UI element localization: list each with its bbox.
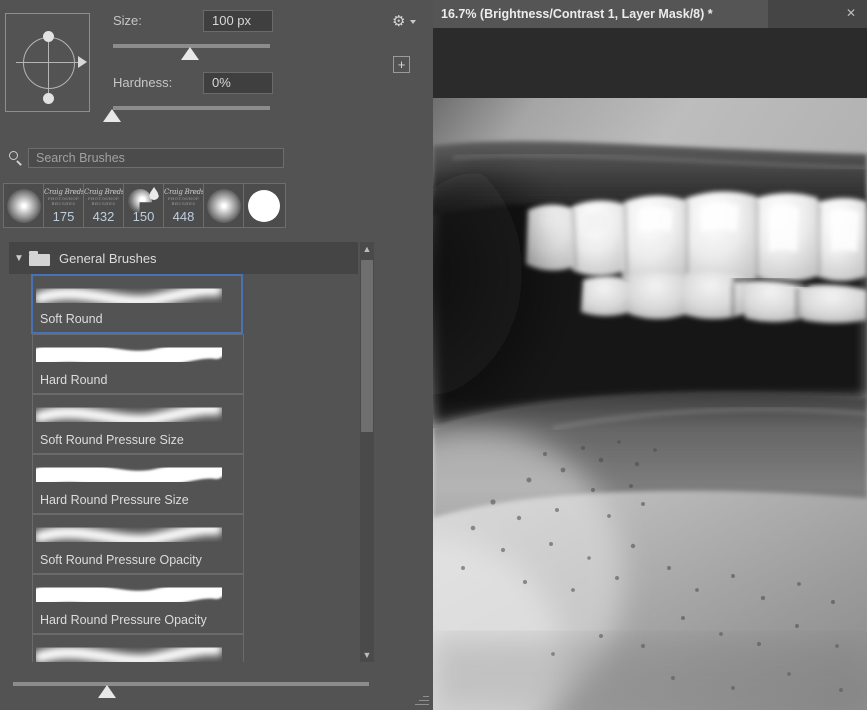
brush-stroke-preview [36, 282, 222, 308]
folder-icon [29, 250, 51, 266]
gear-icon[interactable]: ⚙ [392, 13, 416, 31]
new-brush-button[interactable]: + [393, 56, 410, 73]
brush-item-label: Hard Round Pressure Opacity [40, 613, 207, 627]
recent-brush-script-sublabel: PHOTOSHOP BRUSHES [87, 196, 120, 206]
soft-round-brush-icon [206, 188, 241, 223]
search-handle [16, 160, 22, 166]
recent-brush-thumbnail[interactable]: 150 [124, 184, 164, 227]
brush-tip-shape-preview[interactable] [5, 13, 90, 112]
document-tab-bar: 16.7% (Brightness/Contrast 1, Layer Mask… [433, 0, 867, 28]
brush-list-item[interactable]: Soft Round Pressure Size [32, 394, 244, 454]
recent-brush-number: 175 [52, 209, 75, 224]
brush-list-item[interactable] [32, 634, 244, 662]
chevron-down-icon[interactable]: ▼ [360, 648, 374, 662]
brush-axis-horizontal [16, 62, 82, 63]
brush-list-item[interactable]: Hard Round Pressure Size [32, 454, 244, 514]
scrollbar-thumb[interactable] [361, 260, 373, 432]
brush-group-header-general-brushes[interactable]: ▼ General Brushes [9, 242, 358, 274]
recent-brush-thumbnail[interactable] [4, 184, 44, 227]
brush-list-item[interactable]: Hard Round [32, 334, 244, 394]
search-icon [8, 150, 24, 166]
brush-roundness-handle-bottom[interactable] [43, 93, 54, 104]
brush-stroke-preview [36, 521, 222, 547]
search-lens [9, 151, 18, 160]
brush-item-label: Hard Round [40, 373, 108, 387]
drip-brush-icon [149, 187, 159, 200]
brush-size-preview-slider-track[interactable] [13, 682, 369, 686]
brush-angle-arrow-icon[interactable] [78, 56, 87, 68]
brush-stroke-preview [36, 401, 222, 427]
hardness-slider-track[interactable] [113, 106, 270, 110]
brush-stroke-preview [36, 341, 222, 371]
brush-item-label: Soft Round [40, 312, 103, 326]
brush-list-scrollbar[interactable]: ▲ ▼ [360, 242, 374, 662]
brush-settings-panel: Size: 100 px Hardness: 0% ⚙ + Craig Bred… [0, 0, 433, 710]
soft-round-brush-icon [6, 188, 41, 223]
chevron-up-icon[interactable]: ▲ [360, 242, 374, 256]
chevron-down-icon [410, 20, 416, 24]
hard-round-brush-icon [248, 189, 280, 222]
canvas-background-strip [433, 28, 867, 98]
brush-stroke-preview [36, 581, 222, 611]
search-input[interactable] [28, 148, 284, 168]
brush-list-item[interactable]: Soft Round [31, 274, 243, 334]
recent-brush-script-label: Craig Bredson [44, 188, 84, 196]
brush-list-item[interactable]: Hard Round Pressure Opacity [32, 574, 244, 634]
gear-glyph: ⚙ [392, 13, 406, 30]
recent-brush-script-sublabel: PHOTOSHOP BRUSHES [167, 196, 200, 206]
recent-brush-number: 150 [132, 209, 155, 224]
recent-brush-thumbnail[interactable] [244, 184, 284, 227]
brush-list-item[interactable]: Soft Round Pressure Opacity [32, 514, 244, 574]
photoshop-brush-panel-screen: Size: 100 px Hardness: 0% ⚙ + Craig Bred… [0, 0, 867, 710]
brush-list[interactable]: Soft Round Hard Round Soft Round Pressure … [9, 274, 358, 662]
brush-stroke-preview [36, 461, 222, 491]
brush-group-label: General Brushes [59, 250, 157, 266]
size-slider-thumb[interactable] [181, 47, 199, 60]
recent-brush-script-label: Craig Bredson [84, 188, 124, 196]
hardness-input[interactable]: 0% [203, 72, 273, 94]
brush-size-preview-slider-thumb[interactable] [98, 685, 116, 698]
recent-brush-number: 448 [172, 209, 195, 224]
recent-brush-number: 432 [92, 209, 115, 224]
brush-roundness-ring [23, 37, 75, 89]
recent-brush-script-label: Craig Bredson [164, 188, 204, 196]
recent-brush-thumbnail[interactable] [204, 184, 244, 227]
recent-brush-thumbnail[interactable]: Craig BredsonPHOTOSHOP BRUSHES 175 [44, 184, 84, 227]
chevron-down-icon[interactable]: ▼ [9, 253, 29, 264]
hardness-label: Hardness: [113, 75, 173, 90]
document-area: 16.7% (Brightness/Contrast 1, Layer Mask… [433, 0, 867, 710]
document-image[interactable] [433, 98, 867, 710]
brush-item-label: Hard Round Pressure Size [40, 493, 189, 507]
brush-stroke-preview [36, 641, 222, 662]
brush-item-label: Soft Round Pressure Size [40, 433, 184, 447]
recent-brush-thumbnail[interactable]: Craig BredsonPHOTOSHOP BRUSHES 448 [164, 184, 204, 227]
mouth-photo-illustration [433, 98, 867, 710]
document-tab[interactable]: 16.7% (Brightness/Contrast 1, Layer Mask… [433, 0, 768, 28]
size-input[interactable]: 100 px [203, 10, 273, 32]
brush-item-label: Soft Round Pressure Opacity [40, 553, 202, 567]
resize-grip-icon[interactable] [413, 691, 429, 707]
hardness-slider-thumb[interactable] [103, 109, 121, 122]
recent-brushes-strip: Craig BredsonPHOTOSHOP BRUSHES175Craig B… [3, 183, 286, 228]
brush-roundness-handle-top[interactable] [43, 31, 54, 42]
recent-brush-thumbnail[interactable]: Craig BredsonPHOTOSHOP BRUSHES 432 [84, 184, 124, 227]
recent-brush-script-sublabel: PHOTOSHOP BRUSHES [47, 196, 80, 206]
size-label: Size: [113, 13, 142, 28]
close-icon[interactable]: ✕ [844, 7, 858, 21]
document-tab-title: 16.7% (Brightness/Contrast 1, Layer Mask… [441, 7, 713, 21]
